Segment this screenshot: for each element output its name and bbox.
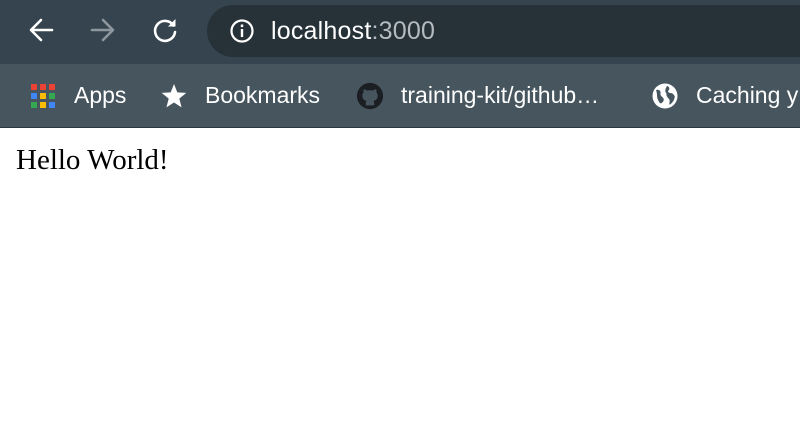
bookmark-label: Bookmarks bbox=[205, 82, 321, 108]
bookmark-bookmarks[interactable]: Bookmarks bbox=[160, 64, 320, 127]
reload-icon bbox=[151, 16, 179, 44]
github-icon bbox=[356, 82, 384, 110]
info-icon[interactable] bbox=[229, 18, 255, 44]
bookmark-label: Caching y bbox=[696, 82, 799, 108]
star-icon bbox=[160, 82, 188, 110]
url-port: :3000 bbox=[371, 16, 436, 45]
arrow-right-icon bbox=[89, 16, 117, 44]
arrow-left-icon bbox=[27, 16, 55, 44]
apps-grid-icon bbox=[29, 82, 57, 110]
globe-icon bbox=[651, 82, 679, 110]
back-button[interactable] bbox=[23, 12, 59, 48]
page-content: Hello World! bbox=[0, 128, 800, 421]
browser-window: localhost:3000 Apps Bookmarks training-k… bbox=[0, 0, 800, 421]
bookmark-label: Apps bbox=[74, 82, 127, 108]
bookmarks-bar: Apps Bookmarks training-kit/github… Cach… bbox=[0, 64, 800, 128]
bookmark-training-kit[interactable]: training-kit/github… bbox=[356, 64, 599, 127]
bookmark-caching[interactable]: Caching y bbox=[651, 64, 798, 127]
page-body-text: Hello World! bbox=[16, 144, 169, 176]
bookmark-apps[interactable]: Apps bbox=[29, 64, 126, 127]
url-text: localhost:3000 bbox=[271, 17, 435, 46]
url-host: localhost bbox=[271, 16, 372, 45]
browser-toolbar: localhost:3000 bbox=[0, 0, 800, 64]
address-bar[interactable]: localhost:3000 bbox=[207, 5, 800, 57]
reload-button[interactable] bbox=[147, 12, 183, 48]
forward-button[interactable] bbox=[85, 12, 121, 48]
bookmark-label: training-kit/github… bbox=[401, 82, 600, 108]
